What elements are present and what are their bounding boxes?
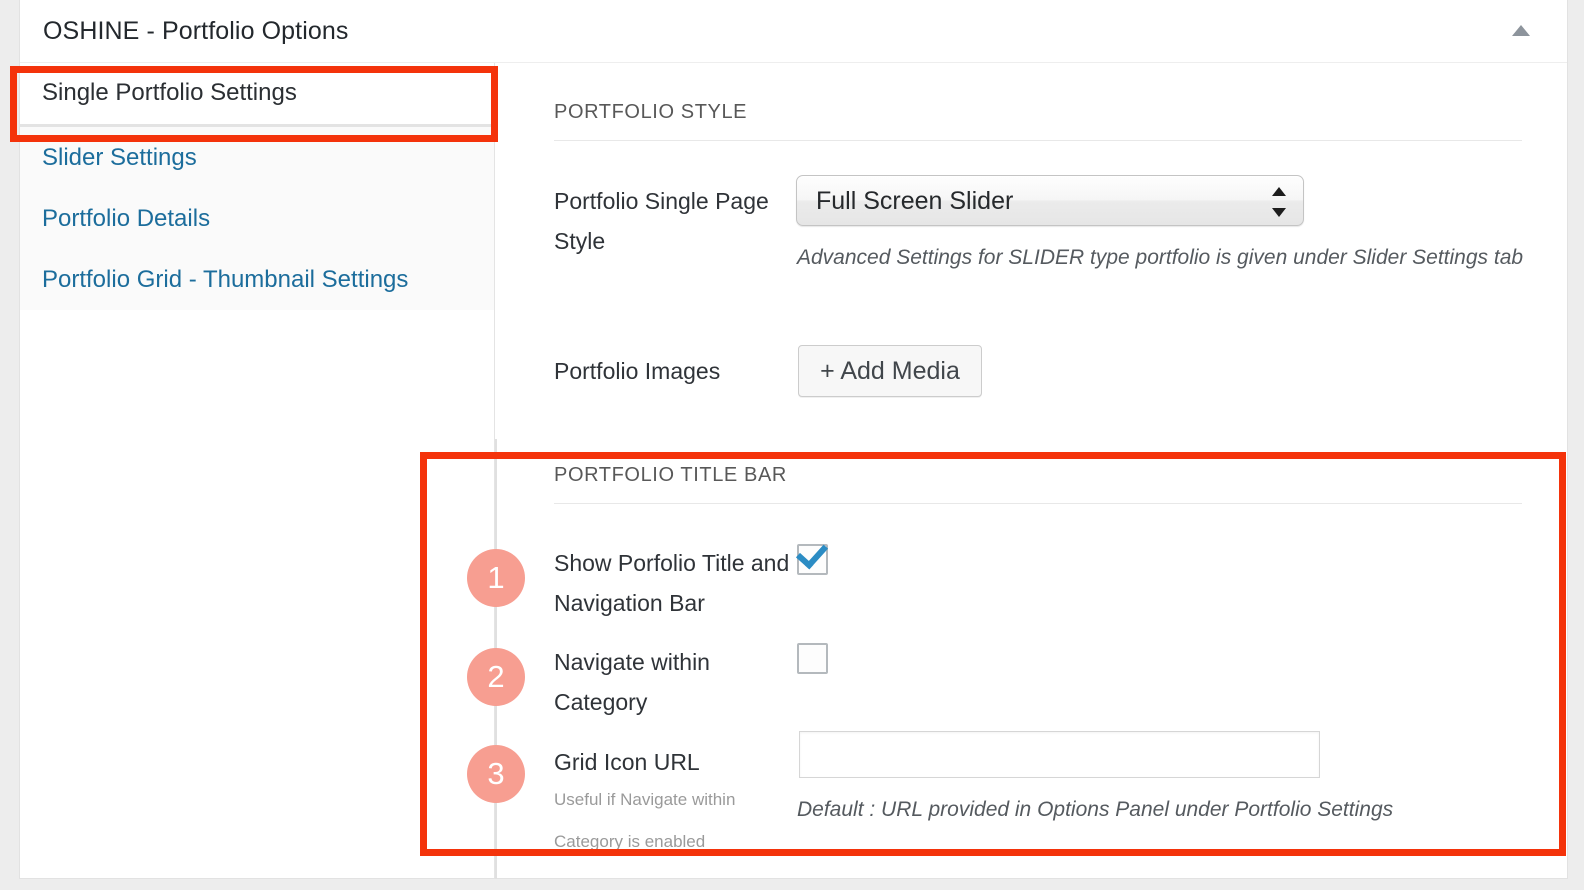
sidebar-item-label: Slider Settings bbox=[42, 144, 197, 171]
step-badge-2: 2 bbox=[467, 648, 525, 706]
label-portfolio-single-page-style: Portfolio Single Page Style bbox=[554, 188, 769, 254]
portfolio-options-metabox: OSHINE - Portfolio Options Single Portfo… bbox=[19, 0, 1568, 879]
select-value: Full Screen Slider bbox=[816, 187, 1014, 215]
section-heading-portfolio-title-bar: PORTFOLIO TITLE BAR bbox=[554, 464, 787, 486]
page-title: OSHINE - Portfolio Options bbox=[43, 17, 349, 45]
sidebar-item-label: Portfolio Grid - Thumbnail Settings bbox=[42, 266, 409, 293]
settings-content-column: PORTFOLIO STYLE Portfolio Single Page St… bbox=[496, 63, 1567, 878]
metabox-header: OSHINE - Portfolio Options bbox=[20, 0, 1567, 63]
section-divider bbox=[554, 503, 1522, 504]
sidebar-item-label: Portfolio Details bbox=[42, 205, 211, 232]
check-icon bbox=[795, 536, 829, 570]
description-grid-icon-url: Default : URL provided in Options Panel … bbox=[797, 798, 1394, 821]
triangle-up-icon[interactable] bbox=[1512, 25, 1530, 36]
sidebar-item-portfolio-grid-thumbnail-settings[interactable]: Portfolio Grid - Thumbnail Settings bbox=[20, 249, 494, 310]
label-grid-icon-url: Grid Icon URL bbox=[554, 749, 700, 775]
portfolio-single-page-style-select[interactable]: Full Screen Slider bbox=[796, 175, 1304, 226]
settings-nav-column: Single Portfolio Settings Slider Setting… bbox=[20, 63, 495, 878]
label-navigate-within-category: Navigate within Category bbox=[554, 649, 710, 715]
step-badge-3: 3 bbox=[467, 745, 525, 803]
grid-icon-url-input[interactable] bbox=[799, 731, 1320, 778]
label-portfolio-images: Portfolio Images bbox=[554, 358, 721, 384]
sidebar-item-portfolio-details[interactable]: Portfolio Details bbox=[20, 188, 494, 249]
navigate-within-category-checkbox[interactable] bbox=[797, 643, 828, 674]
metabox-body: Single Portfolio Settings Slider Setting… bbox=[20, 63, 1567, 879]
sidebar-item-label: Single Portfolio Settings bbox=[42, 79, 297, 106]
section-heading-portfolio-style: PORTFOLIO STYLE bbox=[554, 101, 748, 123]
step-badge-1: 1 bbox=[467, 549, 525, 607]
sort-arrows-icon bbox=[1272, 187, 1286, 217]
settings-nav-list: Single Portfolio Settings Slider Setting… bbox=[20, 63, 494, 310]
sidebar-item-single-portfolio-settings[interactable]: Single Portfolio Settings bbox=[20, 63, 494, 127]
show-portfolio-title-checkbox[interactable] bbox=[795, 536, 829, 575]
sidebar-item-slider-settings[interactable]: Slider Settings bbox=[20, 127, 494, 188]
section-divider bbox=[554, 140, 1522, 141]
sublabel-grid-icon-url: Useful if Navigate within Category is en… bbox=[554, 790, 736, 851]
description-portfolio-single-page-style: Advanced Settings for SLIDER type portfo… bbox=[797, 246, 1524, 269]
label-show-portfolio-title-and-navigation-bar: Show Porfolio Title and Navigation Bar bbox=[554, 550, 790, 616]
page-root: OSHINE - Portfolio Options Single Portfo… bbox=[0, 0, 1584, 890]
add-media-button[interactable]: + Add Media bbox=[798, 345, 982, 397]
